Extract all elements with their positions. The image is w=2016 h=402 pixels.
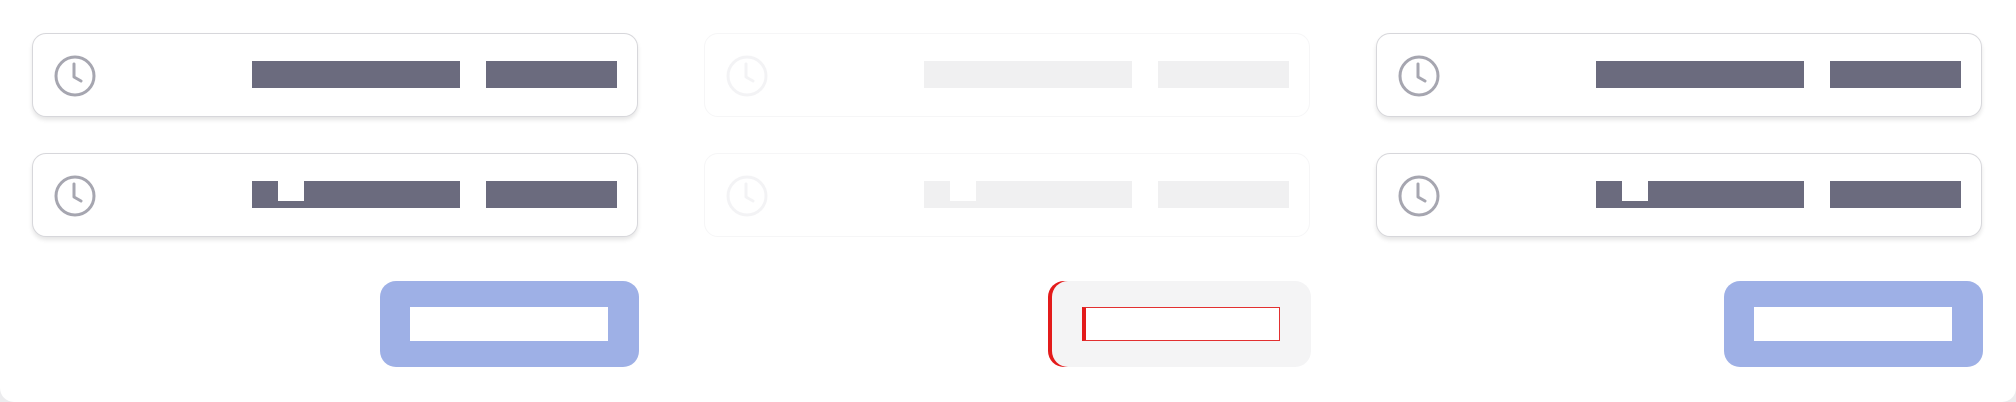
duration-label-placeholder (1830, 61, 1961, 88)
time-label-placeholder (924, 181, 1132, 208)
clock-icon (726, 175, 768, 217)
clock-icon (726, 55, 768, 97)
time-slot-row (704, 33, 1310, 117)
primary-action-button[interactable] (380, 281, 639, 367)
clock-icon (1398, 175, 1440, 217)
button-label-placeholder (1082, 307, 1280, 341)
time-label-placeholder (252, 181, 460, 208)
duration-label-placeholder (486, 181, 617, 208)
time-label-placeholder (1596, 61, 1804, 88)
clock-icon (54, 175, 96, 217)
duration-label-placeholder (1158, 181, 1289, 208)
screen (0, 0, 2016, 402)
placeholder-notch (1622, 181, 1648, 201)
time-label-placeholder (924, 61, 1132, 88)
primary-action-button[interactable] (1724, 281, 1983, 367)
panel-default-right (1344, 0, 2016, 402)
time-slot-row[interactable] (32, 33, 638, 117)
duration-label-placeholder (486, 61, 617, 88)
placeholder-notch (950, 181, 976, 201)
button-label-placeholder (410, 307, 608, 341)
duration-label-placeholder (1830, 181, 1961, 208)
panel-default-left (0, 0, 672, 402)
time-slot-row[interactable] (32, 153, 638, 237)
primary-action-button-focused[interactable] (1052, 281, 1311, 367)
time-slot-row[interactable] (1376, 33, 1982, 117)
time-slot-row (704, 153, 1310, 237)
clock-icon (1398, 55, 1440, 97)
duration-label-placeholder (1158, 61, 1289, 88)
panel-disabled (672, 0, 1344, 402)
time-label-placeholder (1596, 181, 1804, 208)
button-label-placeholder (1754, 307, 1952, 341)
time-slot-row[interactable] (1376, 153, 1982, 237)
placeholder-notch (278, 181, 304, 201)
time-label-placeholder (252, 61, 460, 88)
clock-icon (54, 55, 96, 97)
